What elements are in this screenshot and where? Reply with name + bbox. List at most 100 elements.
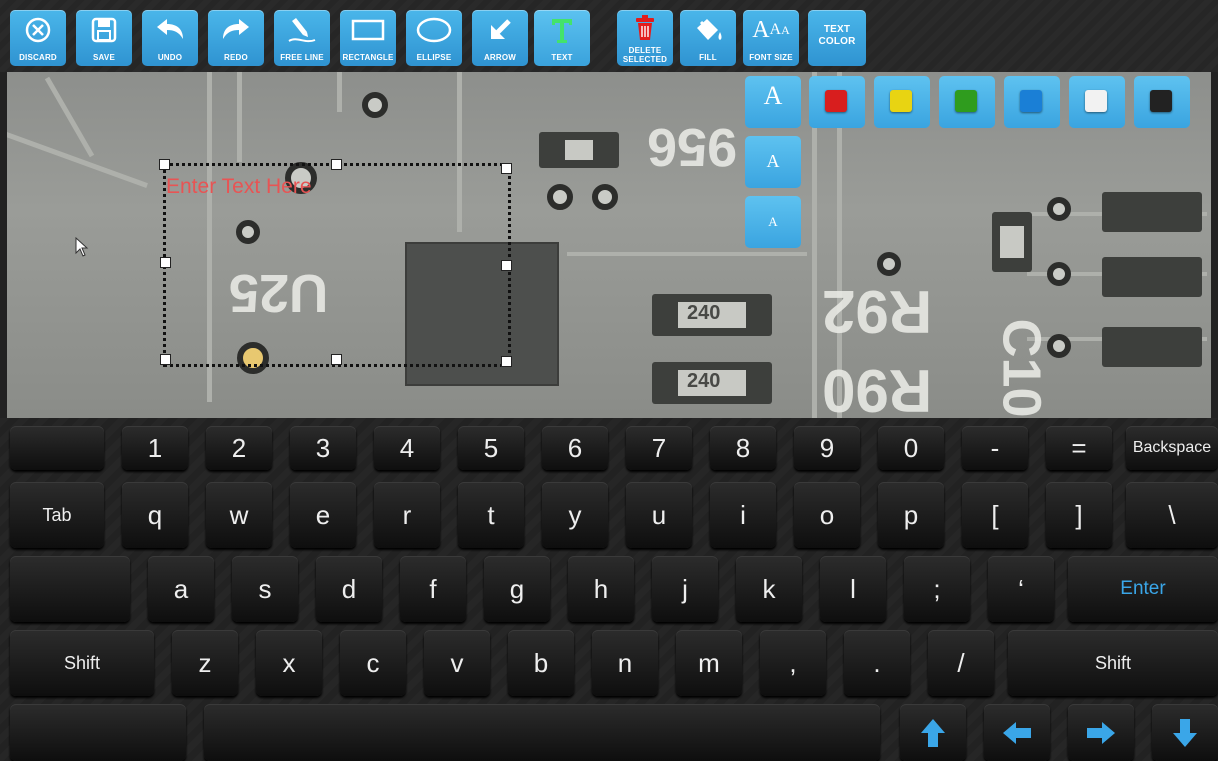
- key-enter[interactable]: Enter: [1068, 556, 1218, 622]
- key-2[interactable]: 2: [206, 426, 272, 470]
- key-backslash[interactable]: \: [1126, 482, 1218, 548]
- key-1[interactable]: 1: [122, 426, 188, 470]
- discard-button[interactable]: DISCARD: [10, 10, 66, 66]
- key-6[interactable]: 6: [542, 426, 608, 470]
- resize-handle[interactable]: [501, 356, 512, 367]
- key-tab[interactable]: Tab: [10, 482, 104, 548]
- key-d[interactable]: d: [316, 556, 382, 622]
- key-f[interactable]: f: [400, 556, 466, 622]
- font-size-large-option[interactable]: A: [745, 76, 801, 128]
- key-minus[interactable]: -: [962, 426, 1028, 470]
- text-button[interactable]: TEXT: [534, 10, 590, 66]
- key-caps-blank[interactable]: [10, 556, 130, 622]
- key-c[interactable]: c: [340, 630, 406, 696]
- arrow-label: ARROW: [483, 53, 517, 62]
- key-equals[interactable]: =: [1046, 426, 1112, 470]
- delete-label-line1: DELETE: [628, 46, 662, 55]
- color-swatch-yellow[interactable]: [874, 76, 930, 128]
- key-w[interactable]: w: [206, 482, 272, 548]
- key-up[interactable]: [900, 704, 966, 761]
- key-p[interactable]: p: [878, 482, 944, 548]
- key-5[interactable]: 5: [458, 426, 524, 470]
- resize-handle[interactable]: [501, 163, 512, 174]
- color-swatch-white[interactable]: [1069, 76, 1125, 128]
- key-m[interactable]: m: [676, 630, 742, 696]
- key-u[interactable]: u: [626, 482, 692, 548]
- text-color-button[interactable]: TEXT COLOR: [808, 10, 866, 66]
- key-g[interactable]: g: [484, 556, 550, 622]
- key-i[interactable]: i: [710, 482, 776, 548]
- undo-icon: [142, 15, 198, 45]
- key-z[interactable]: z: [172, 630, 238, 696]
- key-q[interactable]: q: [122, 482, 188, 548]
- key-open-bracket[interactable]: [: [962, 482, 1028, 548]
- key-backspace[interactable]: Backspace: [1126, 426, 1218, 470]
- key-left[interactable]: [984, 704, 1050, 761]
- key-a[interactable]: a: [148, 556, 214, 622]
- key-y[interactable]: y: [542, 482, 608, 548]
- key-o[interactable]: o: [794, 482, 860, 548]
- free-line-button[interactable]: FREE LINE: [274, 10, 330, 66]
- key-h[interactable]: h: [568, 556, 634, 622]
- key-k[interactable]: k: [736, 556, 802, 622]
- delete-selected-button[interactable]: DELETE SELECTED: [617, 10, 673, 66]
- rectangle-icon: [340, 15, 396, 45]
- font-size-small-option[interactable]: A: [745, 196, 801, 248]
- key-blank-bottom[interactable]: [10, 704, 186, 761]
- paint-bucket-icon: [680, 15, 736, 45]
- key-v[interactable]: v: [424, 630, 490, 696]
- color-swatch-blue[interactable]: [1004, 76, 1060, 128]
- key-0[interactable]: 0: [878, 426, 944, 470]
- rectangle-button[interactable]: RECTANGLE: [340, 10, 396, 66]
- key-e[interactable]: e: [290, 482, 356, 548]
- key-r[interactable]: r: [374, 482, 440, 548]
- color-swatch-red[interactable]: [809, 76, 865, 128]
- redo-icon: [208, 15, 264, 45]
- key-t[interactable]: t: [458, 482, 524, 548]
- resize-handle[interactable]: [160, 257, 171, 268]
- color-swatch-black[interactable]: [1134, 76, 1190, 128]
- key-l[interactable]: l: [820, 556, 886, 622]
- resize-handle[interactable]: [501, 260, 512, 271]
- key-shift-left[interactable]: Shift: [10, 630, 154, 696]
- arrow-button[interactable]: ARROW: [472, 10, 528, 66]
- key-blank[interactable]: [10, 426, 104, 470]
- resize-handle[interactable]: [159, 159, 170, 170]
- key-comma[interactable]: ,: [760, 630, 826, 696]
- key-j[interactable]: j: [652, 556, 718, 622]
- key-close-bracket[interactable]: ]: [1046, 482, 1112, 548]
- key-right[interactable]: [1068, 704, 1134, 761]
- resize-handle[interactable]: [331, 354, 342, 365]
- key-8[interactable]: 8: [710, 426, 776, 470]
- color-swatch-green[interactable]: [939, 76, 995, 128]
- font-size-medium-option[interactable]: A: [745, 136, 801, 188]
- key-quote[interactable]: ‘: [988, 556, 1054, 622]
- key-n[interactable]: n: [592, 630, 658, 696]
- redo-button[interactable]: REDO: [208, 10, 264, 66]
- key-x[interactable]: x: [256, 630, 322, 696]
- pen-icon: [274, 15, 330, 45]
- key-7[interactable]: 7: [626, 426, 692, 470]
- fill-button[interactable]: FILL: [680, 10, 736, 66]
- key-period[interactable]: .: [844, 630, 910, 696]
- font-size-button[interactable]: AAA FONT SIZE: [743, 10, 799, 66]
- discard-label: DISCARD: [19, 53, 57, 62]
- save-button[interactable]: SAVE: [76, 10, 132, 66]
- key-3[interactable]: 3: [290, 426, 356, 470]
- text-annotation-input[interactable]: Enter Text Here: [166, 175, 312, 199]
- undo-label: UNDO: [157, 53, 183, 62]
- key-9[interactable]: 9: [794, 426, 860, 470]
- text-label: TEXT: [551, 53, 573, 62]
- key-down[interactable]: [1152, 704, 1218, 761]
- key-4[interactable]: 4: [374, 426, 440, 470]
- key-shift-right[interactable]: Shift: [1008, 630, 1218, 696]
- resize-handle[interactable]: [160, 354, 171, 365]
- ellipse-button[interactable]: ELLIPSE: [406, 10, 462, 66]
- key-semicolon[interactable]: ;: [904, 556, 970, 622]
- resize-handle[interactable]: [331, 159, 342, 170]
- key-b[interactable]: b: [508, 630, 574, 696]
- key-space[interactable]: [204, 704, 880, 761]
- key-s[interactable]: s: [232, 556, 298, 622]
- key-slash[interactable]: /: [928, 630, 994, 696]
- undo-button[interactable]: UNDO: [142, 10, 198, 66]
